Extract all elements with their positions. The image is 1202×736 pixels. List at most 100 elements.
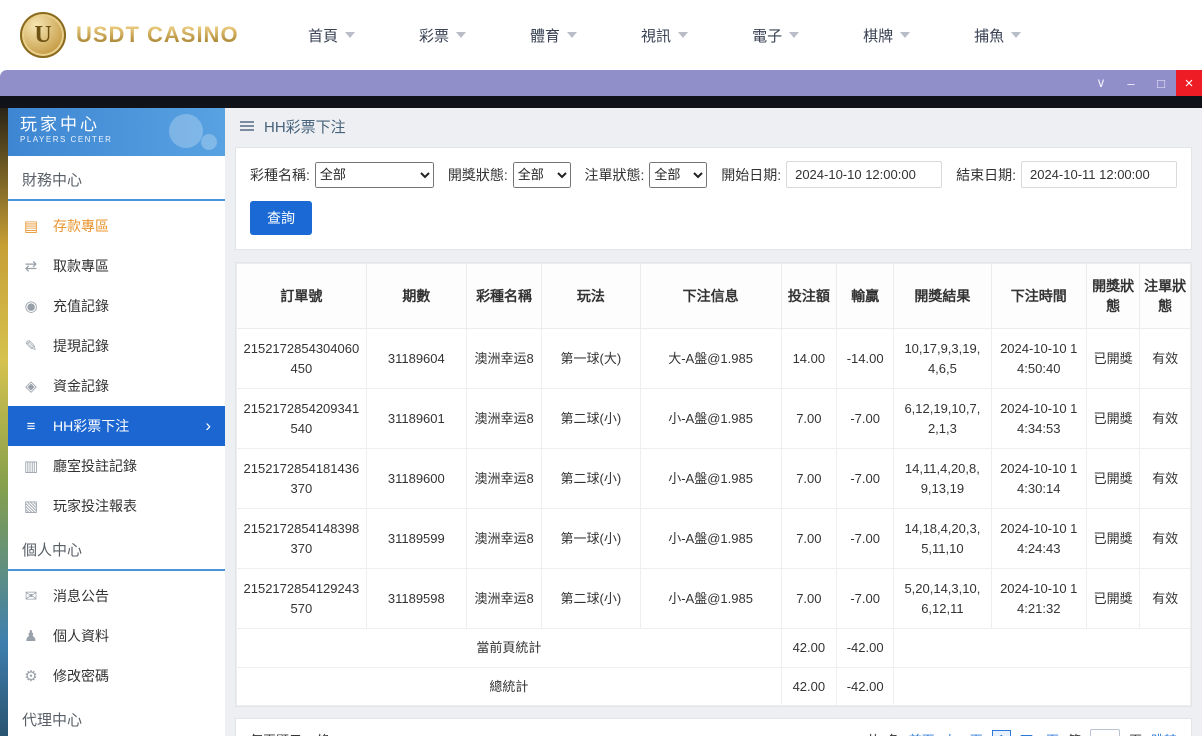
bet-table-container: 訂單號 期數 彩種名稱 玩法 下注信息 投注額 輸贏 開獎結果 下注時間 開獎狀態 注單狀態 215… (235, 262, 1192, 707)
nav-item-home[interactable]: 首頁 (308, 25, 356, 46)
recharge-record-icon: ◉ (24, 298, 38, 315)
table-body: 2152172854304060450 31189604 澳洲幸运8 第一球(大) 大-… (236, 328, 1191, 706)
table-cell: 31189604 (365, 328, 467, 389)
table-cell: 2152172854209341540 (236, 388, 367, 449)
jump-button[interactable]: 跳转 (1151, 730, 1177, 736)
sidebar-item-hh-lottery-bet[interactable]: ≡ HH彩票下注 › (8, 406, 225, 446)
start-date-input[interactable] (786, 161, 943, 188)
sidebar-item-label: HH彩票下注 (53, 418, 130, 434)
site-logo[interactable]: U USDT CASINO (20, 12, 268, 58)
table-row: 2152172854209341540 31189601 澳洲幸运8 第二球(小) 小-… (236, 388, 1191, 449)
nav-item-electronic[interactable]: 電子 (752, 25, 800, 46)
table-cell: 2024-10-10 14:30:14 (990, 448, 1087, 509)
table-cell: 7.00 (780, 388, 838, 449)
table-cell: 有效 (1139, 568, 1191, 629)
sidebar-item-withdrawal-record[interactable]: ✎ 提現記錄 (8, 326, 225, 366)
sidebar-item-room-bet-record[interactable]: ▥ 廳室投註記錄 (8, 446, 225, 486)
table-cell: 2024-10-10 14:21:32 (990, 568, 1087, 629)
table-cell: 澳洲幸运8 (465, 328, 543, 389)
table-cell: 第一球(小) (541, 508, 641, 569)
table-row: 2152172854129243570 31189598 澳洲幸运8 第二球(小) 小-… (236, 568, 1191, 629)
column-header: 下注時間 (990, 263, 1087, 329)
nav-item-label: 電子 (752, 27, 783, 45)
decor-bubble (169, 114, 203, 148)
table-cell: 2152172854181436370 (236, 448, 367, 509)
chevron-down-icon (567, 32, 578, 38)
column-header: 玩法 (541, 263, 641, 329)
window-title-bar: ∨ – □ × (0, 70, 1202, 96)
sidebar-section-finance-center: 財務中心 (8, 156, 225, 201)
table-cell: 2024-10-10 14:24:43 (990, 508, 1087, 569)
end-date-input[interactable] (1020, 161, 1177, 188)
window-close-icon[interactable]: × (1176, 70, 1202, 96)
main-nav: 首頁 彩票 體育 視訊 電子 棋牌 捕魚 (308, 25, 1022, 46)
first-page-link[interactable]: 首页 (909, 730, 935, 736)
nav-item-label: 體育 (530, 27, 561, 45)
sidebar-item-recharge-record[interactable]: ◉ 充值記錄 (8, 286, 225, 326)
table-cell: 已開獎 (1085, 568, 1141, 629)
summary-row: 總統計 42.00 -42.00 (236, 666, 1191, 706)
draw-status-filter-label: 開獎狀態: (447, 166, 508, 183)
window-chevron-icon[interactable]: ∨ (1086, 70, 1116, 96)
sidebar-item-announcements[interactable]: ✉ 消息公告 (8, 576, 225, 616)
announcement-icon: ✉ (24, 588, 38, 605)
table-cell: 10,17,9,3,19,4,6,5 (893, 328, 992, 389)
sidebar-item-label: 充值記錄 (53, 298, 109, 314)
sidebar-item-funds-record[interactable]: ◈ 資金記錄 (8, 366, 225, 406)
app-body: 玩家中心 PLAYERS CENTER 財務中心 ▤ 存款專區 ⇄ 取款專區 ◉ 充值記錄 ✎… (0, 96, 1202, 736)
window-minimize-icon[interactable]: – (1116, 70, 1146, 96)
next-page-link[interactable]: 下一页 (1020, 730, 1059, 736)
nav-item-label: 首頁 (308, 27, 339, 45)
filter-panel: 彩種名稱: 全部 開獎狀態: 全部 注單狀態: 全部 開始日期: 結束日期: (235, 147, 1192, 250)
summary-label: 總統計 (236, 666, 782, 706)
draw-status-select[interactable]: 全部 (512, 161, 571, 188)
chevron-down-icon (456, 32, 467, 38)
lottery-select[interactable]: 全部 (314, 161, 434, 188)
table-cell: 第二球(小) (541, 388, 641, 449)
sidebar-item-label: 個人資料 (53, 628, 109, 644)
table-cell: 有效 (1139, 388, 1191, 449)
nav-item-sports[interactable]: 體育 (530, 25, 578, 46)
table-cell: 小-A盤@1.985 (639, 508, 782, 569)
current-page[interactable]: 1 (991, 730, 1011, 736)
sidebar-item-label: 提現記錄 (53, 338, 109, 354)
page-jump-input[interactable] (1089, 729, 1120, 736)
withdrawal-record-icon: ✎ (24, 338, 38, 355)
chevron-down-icon (1011, 32, 1022, 38)
bet-table: 訂單號 期數 彩種名稱 玩法 下注信息 投注額 輸贏 開獎結果 下注時間 開獎狀態 注單狀態 215… (236, 263, 1191, 706)
main-content: HH彩票下注 彩種名稱: 全部 開獎狀態: 全部 注單狀態: 全部 開始日期: … (225, 108, 1202, 736)
sidebar-item-withdraw-zone[interactable]: ⇄ 取款專區 (8, 246, 225, 286)
search-button[interactable]: 查詢 (250, 201, 312, 235)
sidebar-item-player-bet-report[interactable]: ▧ 玩家投注報表 (8, 486, 225, 526)
table-cell: 有效 (1139, 328, 1191, 389)
pagination-controls: 共5条 首页 上一页 1 下一页 第 页 跳转 (866, 729, 1177, 736)
hamburger-menu-icon[interactable] (240, 125, 254, 127)
nav-item-fishing[interactable]: 捕魚 (974, 25, 1022, 46)
end-date-label: 結束日期: (956, 166, 1016, 183)
table-cell: -7.00 (836, 508, 895, 569)
sidebar-item-label: 取款專區 (53, 258, 109, 274)
sidebar-menu: 財務中心 ▤ 存款專區 ⇄ 取款專區 ◉ 充值記錄 ✎ 提現記錄 ◈ 資金記錄 ≡ HH彩票下注 › ▥ 廳室… (8, 156, 225, 736)
table-cell: 6,12,19,10,7,2,1,3 (893, 388, 992, 449)
table-cell: 第二球(小) (541, 568, 641, 629)
table-cell: 有效 (1139, 508, 1191, 569)
table-cell: 7.00 (780, 568, 838, 629)
nav-item-video[interactable]: 視訊 (641, 25, 689, 46)
prev-page-link[interactable]: 上一页 (944, 730, 983, 736)
sidebar-item-change-password[interactable]: ⚙ 修改密碼 (8, 656, 225, 696)
chevron-down-icon (900, 32, 911, 38)
nav-item-label: 捕魚 (974, 27, 1005, 45)
window-maximize-icon[interactable]: □ (1146, 70, 1176, 96)
column-header: 彩種名稱 (465, 263, 543, 329)
nav-item-lottery[interactable]: 彩票 (419, 25, 467, 46)
sidebar-item-profile[interactable]: ♟ 個人資料 (8, 616, 225, 656)
sidebar-item-label: 修改密碼 (53, 668, 109, 684)
summary-bet-total: 42.00 (780, 628, 838, 668)
sidebar-section-personal-center: 個人中心 (8, 526, 225, 571)
nav-item-board-games[interactable]: 棋牌 (863, 25, 911, 46)
sidebar-item-deposit-zone[interactable]: ▤ 存款專區 (8, 206, 225, 246)
order-status-select[interactable]: 全部 (649, 161, 708, 188)
column-header: 投注額 (780, 263, 838, 329)
logo-text: USDT CASINO (76, 22, 239, 47)
chevron-down-icon (678, 32, 689, 38)
